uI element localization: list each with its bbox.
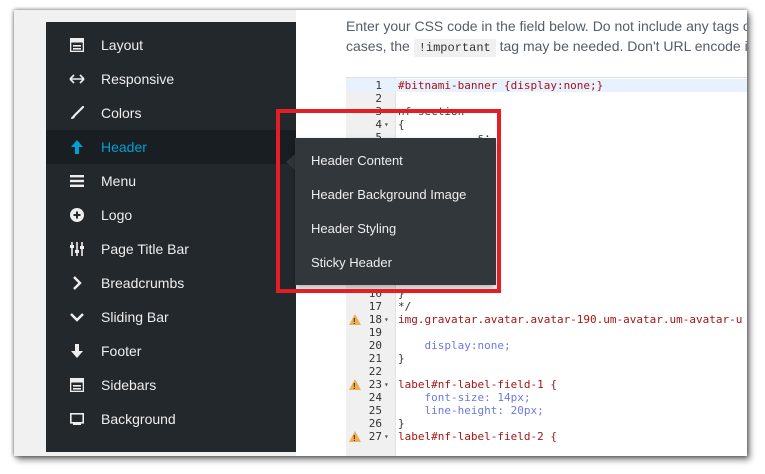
instructions-line-2: cases, the !important tag may be needed.… bbox=[346, 36, 747, 58]
fold-toggle-icon[interactable]: ▾ bbox=[384, 430, 389, 443]
sidebar-item-label: Responsive bbox=[101, 71, 175, 87]
code-line[interactable]: 27▾ label#nf-label-field-2 { bbox=[346, 430, 747, 445]
sidebar-item-label: Menu bbox=[101, 173, 137, 189]
left-margin bbox=[14, 10, 46, 456]
code-line[interactable]: 23▾ label#nf-label-field-1 { bbox=[346, 378, 747, 393]
breadcrumbs-chevron-right-icon bbox=[68, 274, 86, 292]
code-text: font-size: 14px; bbox=[398, 391, 531, 404]
sidebars-icon bbox=[68, 376, 86, 394]
code-text: #bitnami-banner {display:none;} bbox=[398, 79, 604, 92]
logo-plus-icon bbox=[68, 206, 86, 224]
line-number: 25 bbox=[368, 404, 382, 417]
responsive-icon bbox=[68, 70, 86, 88]
highlight-annotation-box bbox=[276, 109, 501, 293]
footer-arrow-down-icon bbox=[68, 342, 86, 360]
code-text: label#nf-label-field-1 { bbox=[398, 378, 557, 391]
line-number: 1 bbox=[375, 79, 382, 92]
customizer-sidebar: Layout Responsive Colors Header Menu Log… bbox=[46, 22, 296, 452]
important-code-tag: !important bbox=[413, 39, 496, 57]
sidebar-item-label: Breadcrumbs bbox=[101, 275, 185, 291]
line-number: 2 bbox=[375, 92, 382, 105]
sidebar-item-label: Background bbox=[101, 411, 176, 427]
code-line[interactable]: 24 font-size: 14px; bbox=[346, 391, 747, 404]
code-line[interactable]: 20 display:none; bbox=[346, 339, 747, 352]
code-line[interactable]: 19 bbox=[346, 326, 747, 339]
code-line[interactable]: 25 line-height: 20px; bbox=[346, 404, 747, 417]
line-number: 27 bbox=[368, 430, 382, 443]
line-number: 18 bbox=[368, 313, 382, 326]
instructions-text-before: cases, the bbox=[346, 38, 414, 54]
fold-toggle-icon[interactable]: ▾ bbox=[384, 313, 389, 326]
screenshot-frame: Enter your CSS code in the field below. … bbox=[14, 10, 747, 456]
background-monitor-icon bbox=[68, 410, 86, 428]
code-text: label#nf-label-field-2 { bbox=[398, 430, 557, 443]
code-text: } bbox=[398, 417, 405, 430]
code-text: line-height: 20px; bbox=[398, 404, 544, 417]
sidebar-item-footer[interactable]: Footer bbox=[46, 334, 296, 368]
page-title-bar-sliders-icon bbox=[68, 240, 86, 258]
sidebar-item-responsive[interactable]: Responsive bbox=[46, 62, 296, 96]
code-line[interactable]: 2 bbox=[346, 92, 747, 105]
code-line[interactable]: 21} bbox=[346, 352, 747, 365]
line-number: 20 bbox=[368, 339, 382, 352]
colors-brush-icon bbox=[68, 104, 86, 122]
sidebar-item-label: Sliding Bar bbox=[101, 309, 169, 325]
line-number: 17 bbox=[368, 300, 382, 313]
sidebar-item-label: Colors bbox=[101, 105, 142, 121]
instructions-line-1: Enter your CSS code in the field below. … bbox=[346, 18, 747, 34]
code-text: */ bbox=[398, 300, 412, 313]
css-instructions: Enter your CSS code in the field below. … bbox=[346, 16, 747, 58]
code-text: display:none; bbox=[398, 339, 511, 352]
sidebar-item-label: Sidebars bbox=[101, 377, 157, 393]
sidebar-item-header[interactable]: Header bbox=[46, 130, 296, 164]
line-number: 19 bbox=[368, 326, 382, 339]
menu-icon bbox=[68, 172, 86, 190]
sidebar-item-page-title-bar[interactable]: Page Title Bar bbox=[46, 232, 296, 266]
sidebar-item-colors[interactable]: Colors bbox=[46, 96, 296, 130]
header-arrow-up-icon bbox=[68, 138, 86, 156]
line-number: 24 bbox=[368, 391, 382, 404]
code-line[interactable]: 26} bbox=[346, 417, 747, 430]
fold-toggle-icon[interactable]: ▾ bbox=[384, 378, 389, 391]
line-number: 26 bbox=[368, 417, 382, 430]
sidebar-item-logo[interactable]: Logo bbox=[46, 198, 296, 232]
sidebar-item-sidebars[interactable]: Sidebars bbox=[46, 368, 296, 402]
line-number: 23 bbox=[368, 378, 382, 391]
code-text: } bbox=[398, 352, 405, 365]
sidebar-item-sliding-bar[interactable]: Sliding Bar bbox=[46, 300, 296, 334]
layout-icon bbox=[68, 36, 86, 54]
code-line[interactable]: 22 bbox=[346, 365, 747, 378]
sidebar-item-label: Logo bbox=[101, 207, 133, 223]
sidebar-item-label: Layout bbox=[101, 37, 144, 53]
sidebar-item-label: Header bbox=[101, 139, 147, 155]
code-line[interactable]: 17 */ bbox=[346, 300, 747, 313]
sliding-bar-chevron-down-icon bbox=[68, 308, 86, 326]
code-text: img.gravatar.avatar.avatar-190.um-avatar… bbox=[398, 313, 743, 326]
code-line[interactable]: 18▾ img.gravatar.avatar.avatar-190.um-ava… bbox=[346, 313, 747, 328]
line-number: 22 bbox=[368, 365, 382, 378]
sidebar-item-breadcrumbs[interactable]: Breadcrumbs bbox=[46, 266, 296, 300]
sidebar-item-label: Footer bbox=[101, 343, 142, 359]
sidebar-item-layout[interactable]: Layout bbox=[46, 28, 296, 62]
sidebar-item-label: Page Title Bar bbox=[101, 241, 189, 257]
code-line[interactable]: 1 #bitnami-banner {display:none;} bbox=[346, 79, 747, 92]
line-number: 21 bbox=[368, 352, 382, 365]
sidebar-item-menu[interactable]: Menu bbox=[46, 164, 296, 198]
instructions-text-after: tag may be needed. Don't URL encode imag bbox=[499, 38, 747, 54]
sidebar-item-background[interactable]: Background bbox=[46, 402, 296, 436]
